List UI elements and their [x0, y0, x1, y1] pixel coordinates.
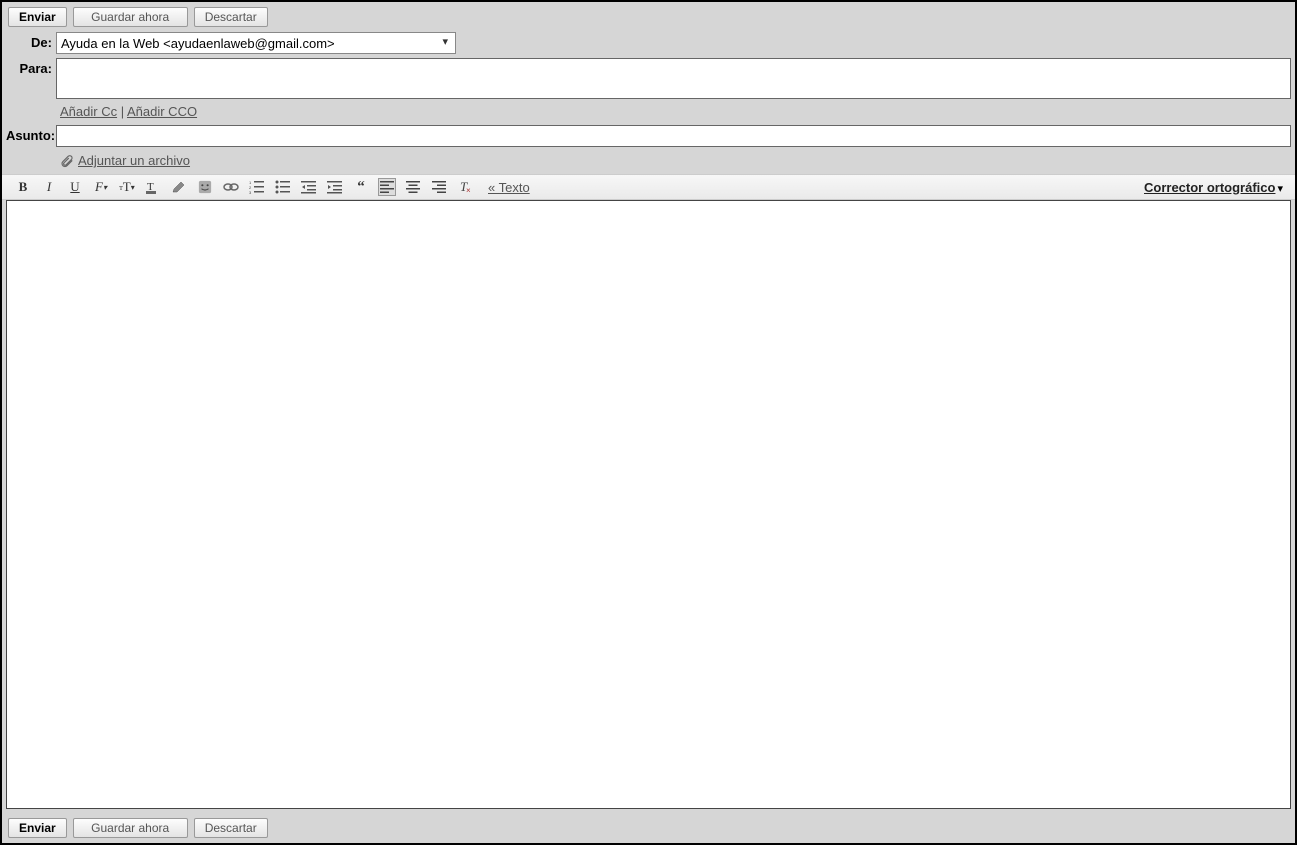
- indent-less-icon[interactable]: [300, 178, 318, 196]
- svg-text:×: ×: [466, 186, 471, 194]
- discard-button-bottom[interactable]: Descartar: [194, 818, 268, 838]
- svg-text:3: 3: [249, 190, 252, 194]
- attach-row: Adjuntar un archivo: [6, 149, 1291, 174]
- compose-window: Enviar Guardar ahora Descartar De: Para:…: [0, 0, 1297, 845]
- cc-links-row: Añadir Cc | Añadir CCO: [6, 101, 1291, 125]
- to-input[interactable]: [56, 58, 1291, 99]
- discard-button[interactable]: Descartar: [194, 7, 268, 27]
- bullet-list-icon[interactable]: [274, 178, 292, 196]
- subject-row: Asunto:: [6, 125, 1291, 147]
- save-now-button[interactable]: Guardar ahora: [73, 7, 188, 27]
- from-select-wrap: [56, 32, 456, 54]
- link-icon[interactable]: [222, 178, 240, 196]
- quote-icon[interactable]: “: [352, 178, 370, 196]
- to-label: Para:: [6, 58, 56, 76]
- add-bcc-link[interactable]: Añadir CCO: [127, 104, 197, 119]
- attach-file-link[interactable]: Adjuntar un archivo: [78, 153, 190, 168]
- message-body-editor[interactable]: [6, 200, 1291, 809]
- bottom-button-bar: Enviar Guardar ahora Descartar: [2, 813, 1295, 843]
- paperclip-icon: [60, 154, 74, 168]
- align-center-icon[interactable]: [404, 178, 422, 196]
- formatting-toolbar: B I U F▾ тT▾ T 123 “: [2, 174, 1295, 200]
- italic-icon[interactable]: I: [40, 178, 58, 196]
- from-label: De:: [6, 32, 56, 50]
- to-row: Para:: [6, 58, 1291, 99]
- save-now-button-bottom[interactable]: Guardar ahora: [73, 818, 188, 838]
- emoticon-icon[interactable]: [196, 178, 214, 196]
- numbered-list-icon[interactable]: 123: [248, 178, 266, 196]
- bold-icon[interactable]: B: [14, 178, 32, 196]
- highlight-icon[interactable]: [170, 178, 188, 196]
- header-fields: De: Para: Añadir Cc | Añadir CCO Asunto:…: [2, 32, 1295, 174]
- spellcheck-dropdown[interactable]: Corrector ortográfico▾: [1144, 180, 1283, 195]
- indent-more-icon[interactable]: [326, 178, 344, 196]
- align-left-icon[interactable]: [378, 178, 396, 196]
- remove-formatting-icon[interactable]: T×: [456, 178, 474, 196]
- from-select[interactable]: [56, 32, 456, 54]
- plain-text-link[interactable]: « Texto: [488, 180, 530, 195]
- subject-input[interactable]: [56, 125, 1291, 147]
- from-row: De:: [6, 32, 1291, 54]
- underline-icon[interactable]: U: [66, 178, 84, 196]
- top-button-bar: Enviar Guardar ahora Descartar: [2, 2, 1295, 32]
- add-cc-link[interactable]: Añadir Cc: [60, 104, 117, 119]
- send-button[interactable]: Enviar: [8, 7, 67, 27]
- font-size-icon[interactable]: тT▾: [118, 178, 136, 196]
- text-color-icon[interactable]: T: [144, 178, 162, 196]
- subject-label: Asunto:: [6, 125, 56, 143]
- align-right-icon[interactable]: [430, 178, 448, 196]
- font-family-icon[interactable]: F▾: [92, 178, 110, 196]
- send-button-bottom[interactable]: Enviar: [8, 818, 67, 838]
